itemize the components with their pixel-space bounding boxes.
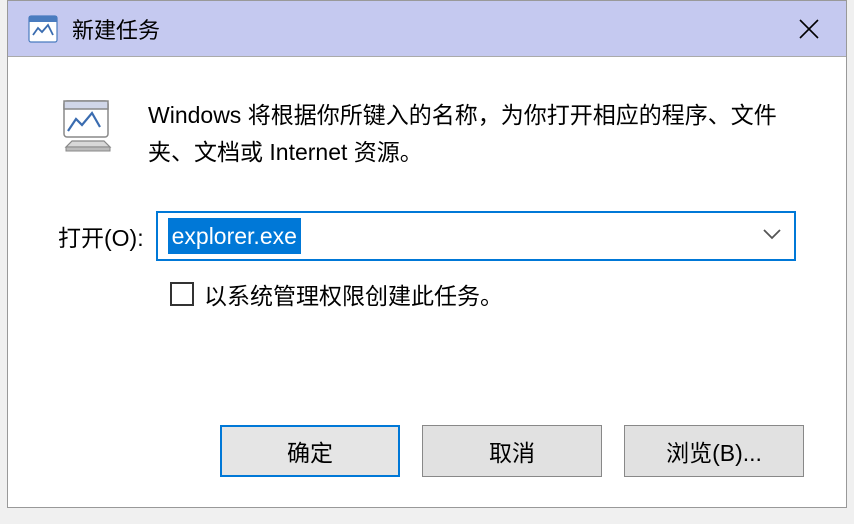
description-text: Windows 将根据你所键入的名称，为你打开相应的程序、文件夹、文档或 Int… [148,97,796,171]
dropdown-button[interactable] [762,227,782,245]
admin-checkbox-row: 以系统管理权限创建此任务。 [170,277,796,311]
open-label: 打开(O): [58,219,144,253]
info-row: Windows 将根据你所键入的名称，为你打开相应的程序、文件夹、文档或 Int… [58,97,796,171]
admin-checkbox[interactable] [170,282,194,306]
close-icon [798,18,820,40]
dialog-content: Windows 将根据你所键入的名称，为你打开相应的程序、文件夹、文档或 Int… [8,57,846,311]
admin-checkbox-label: 以系统管理权限创建此任务。 [204,277,503,311]
new-task-dialog: 新建任务 Windows 将根据你所键入的名称，为你打开相应的程序、文件夹、文档… [7,0,847,508]
open-row: 打开(O): explorer.exe [58,211,796,261]
close-button[interactable] [784,9,834,49]
titlebar: 新建任务 [8,1,846,57]
run-dialog-icon [28,15,58,43]
cancel-button[interactable]: 取消 [422,425,602,477]
program-input-value: explorer.exe [168,218,301,254]
chevron-down-icon [762,228,782,240]
ok-button[interactable]: 确定 [220,425,400,477]
program-input[interactable]: explorer.exe [156,211,796,261]
browse-button[interactable]: 浏览(B)... [624,425,804,477]
dialog-title: 新建任务 [72,13,784,45]
button-row: 确定 取消 浏览(B)... [220,425,804,477]
perfmon-icon [58,97,118,153]
